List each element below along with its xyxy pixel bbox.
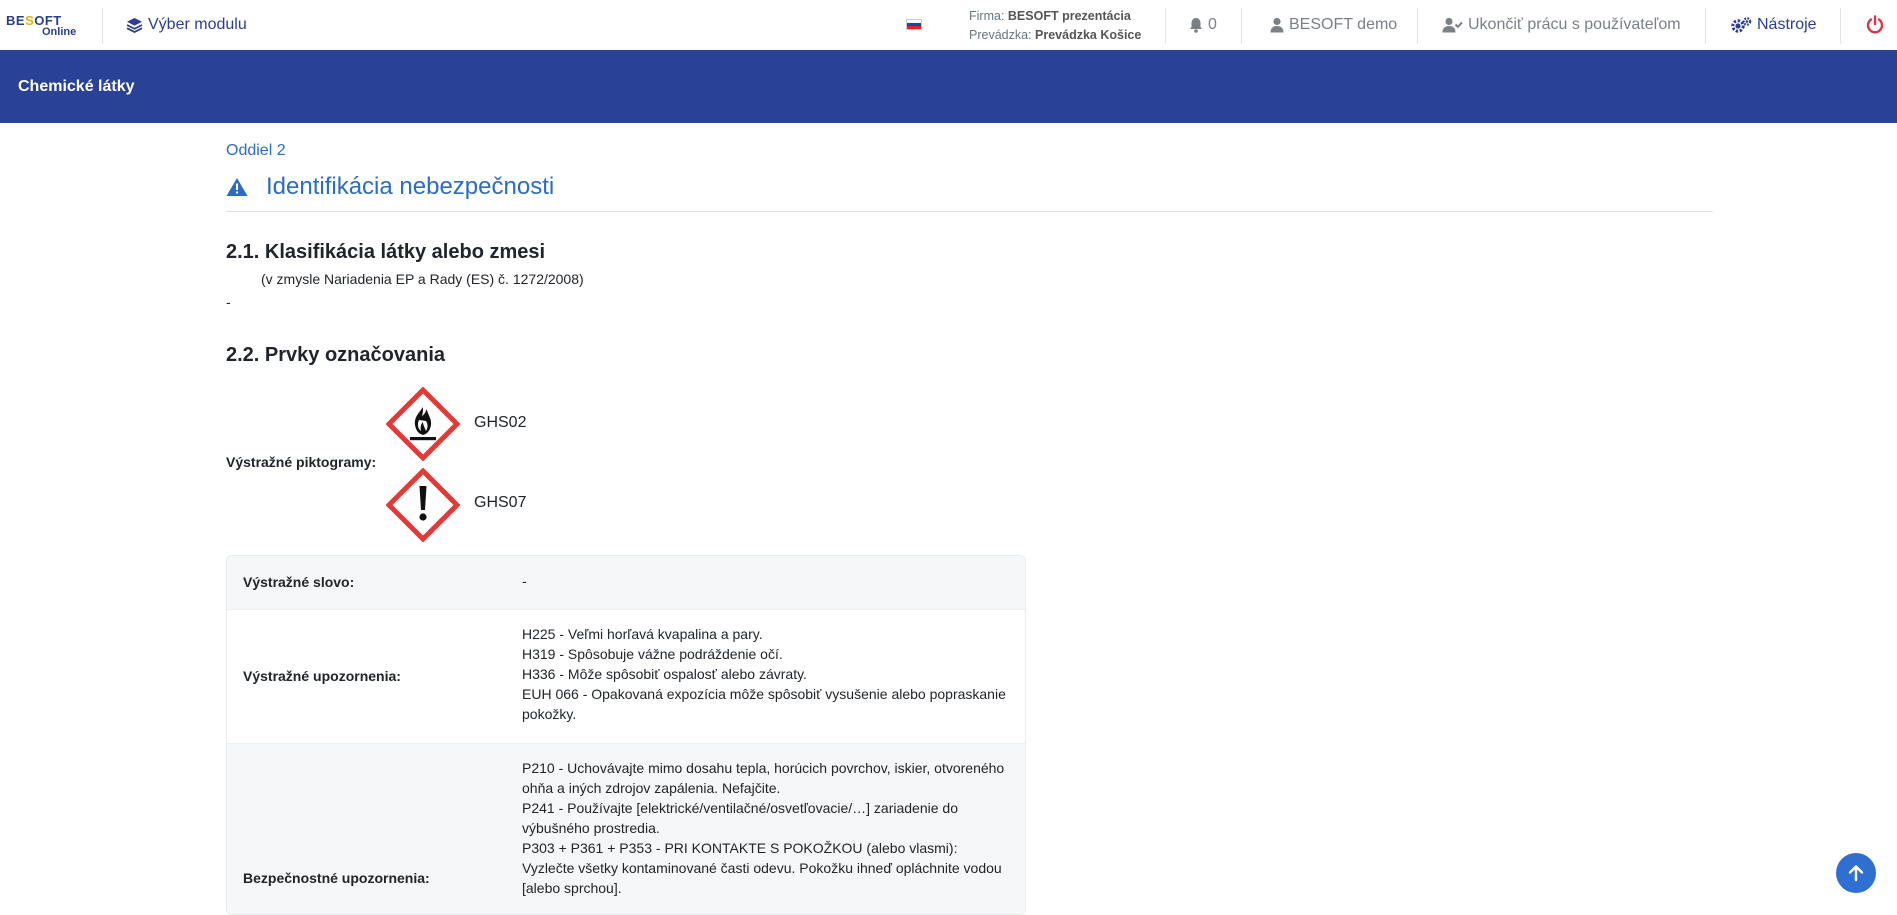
module-select-label: Výber modulu	[148, 16, 247, 33]
module-select-link[interactable]: Výber modulu	[126, 0, 247, 50]
user-menu-button[interactable]: BESOFT demo	[1270, 0, 1397, 50]
nav-divider	[1165, 8, 1166, 44]
logo-subtext: Online	[42, 26, 77, 38]
table-row: Bezpečnostné upozornenia: P210 - Uchováv…	[227, 744, 1025, 914]
nav-divider	[1241, 8, 1242, 44]
section-title: Identifikácia nebezpečnosti	[226, 173, 554, 201]
notifications-count: 0	[1208, 16, 1217, 33]
branch-value: Prevádzka Košice	[1035, 28, 1142, 42]
page-header: Chemické látky	[0, 50, 1897, 123]
layers-icon	[126, 18, 143, 33]
hazard-statement: EUH 066 - Opakovaná expozícia môže spôso…	[522, 686, 1006, 722]
end-work-button[interactable]: Ukončiť prácu s používateľom	[1442, 0, 1681, 50]
section-title-text: Identifikácia nebezpečnosti	[266, 173, 555, 200]
nav-divider	[102, 8, 103, 44]
hazard-statements-label: Výstražné upozornenia:	[243, 668, 401, 684]
ghs07-pictogram	[385, 467, 461, 543]
hazard-statement: H319 - Spôsobuje vážne podráždenie očí.	[522, 646, 783, 662]
notifications-button[interactable]: 0	[1189, 0, 1217, 50]
tools-button[interactable]: Nástroje	[1731, 0, 1817, 50]
scroll-to-top-button[interactable]	[1836, 853, 1876, 893]
user-name: BESOFT demo	[1289, 16, 1398, 33]
table-row: Výstražné slovo: -	[227, 556, 1025, 609]
precautionary-statements-value: P210 - Uchovávajte mimo dosahu tepla, ho…	[522, 758, 1012, 898]
nav-divider	[1840, 8, 1841, 44]
pictograms-label: Výstražné piktogramy:	[226, 454, 377, 470]
signal-word-label: Výstražné slovo:	[243, 574, 355, 590]
section-number: Oddiel 2	[226, 142, 286, 159]
power-icon	[1866, 15, 1884, 34]
precautionary-statement: P241 - Používajte [elektrické/ventilačné…	[522, 800, 958, 836]
arrow-up-icon	[1848, 865, 1864, 882]
hazard-statement: H225 - Veľmi horľavá kvapalina a pary.	[522, 626, 763, 642]
classification-heading: 2.1. Klasifikácia látky alebo zmesi	[226, 241, 546, 263]
classification-subheading: (v zmysle Nariadenia EP a Rady (ES) č. 1…	[261, 271, 584, 287]
user-icon	[1270, 17, 1284, 33]
logo-text-o: S	[25, 13, 35, 28]
firm-value: BESOFT prezentácia	[1007, 9, 1131, 23]
exclamation-icon	[385, 467, 461, 543]
gears-icon	[1731, 17, 1752, 33]
labelling-heading: 2.2. Prvky označovania	[226, 344, 446, 366]
logout-button[interactable]	[1866, 15, 1884, 39]
user-check-icon	[1442, 17, 1463, 33]
firm-label: Firma:	[969, 9, 1005, 23]
besoft-logo[interactable]: BESOFT Online	[6, 13, 82, 39]
precautionary-statements-label: Bezpečnostné upozornenia:	[243, 870, 430, 886]
signal-word-value: -	[522, 573, 527, 589]
bell-icon	[1190, 18, 1202, 33]
classification-value: -	[226, 294, 231, 310]
nav-divider	[1417, 8, 1418, 44]
language-flag-icon[interactable]	[906, 19, 922, 30]
top-navbar: BESOFT Online Výber modulu Firma: BESOFT…	[0, 0, 1897, 50]
ghs02-pictogram	[385, 386, 461, 462]
firm-info: Firma: BESOFT prezentácia Prevádzka: Pre…	[969, 7, 1141, 45]
precautionary-statement: P210 - Uchovávajte mimo dosahu tepla, ho…	[522, 760, 1005, 796]
tools-label: Nástroje	[1757, 16, 1817, 33]
ghs07-code: GHS07	[474, 494, 527, 511]
table-row: Výstražné upozornenia: H225 - Veľmi horľ…	[227, 610, 1025, 743]
labelling-table: Výstražné slovo: - Výstražné upozornenia…	[226, 555, 1026, 915]
nav-divider	[1705, 8, 1706, 44]
section-divider	[226, 211, 1713, 212]
end-work-label: Ukončiť prácu s používateľom	[1468, 16, 1681, 33]
warning-triangle-icon	[226, 178, 248, 196]
flame-icon	[385, 386, 461, 462]
ghs02-code: GHS02	[474, 414, 527, 431]
page-title: Chemické látky	[18, 77, 135, 95]
branch-label: Prevádzka:	[969, 28, 1032, 42]
hazard-statement: H336 - Môže spôsobiť ospalosť alebo závr…	[522, 666, 807, 682]
hazard-statements-value: H225 - Veľmi horľavá kvapalina a pary. H…	[522, 624, 1012, 724]
precautionary-statement: P303 + P361 + P353 - PRI KONTAKTE S POKO…	[522, 840, 1002, 896]
logo-text-1: BE	[6, 13, 26, 28]
